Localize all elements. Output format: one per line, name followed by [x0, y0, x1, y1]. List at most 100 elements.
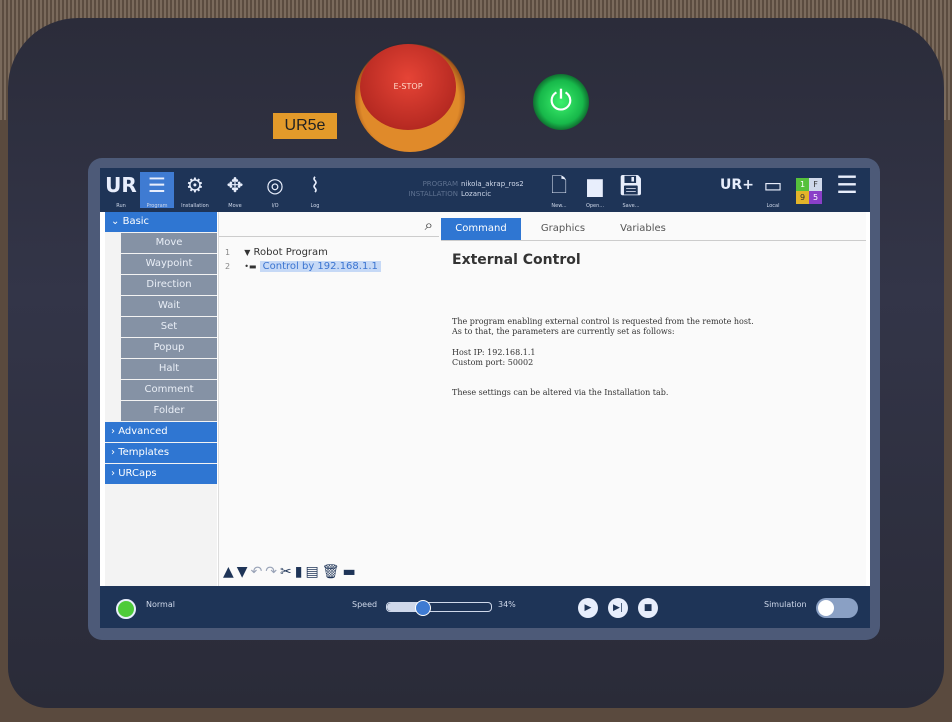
tab-graphics[interactable]: Graphics [523, 218, 603, 240]
indicator-5: 5 [809, 191, 822, 204]
new-file-icon: 🗋 [550, 173, 568, 197]
open-button[interactable]: ▆ Open... [578, 172, 612, 209]
category-templates[interactable]: › Templates [105, 443, 217, 463]
category-urcaps[interactable]: › URCaps [105, 464, 217, 484]
folder-icon: ▆ [587, 173, 603, 197]
screen: UR Run ☰ Program ⚙ Installation ✥ Move ◎… [100, 168, 870, 628]
panel-title: External Control [452, 252, 581, 268]
node-direction[interactable]: Direction [121, 275, 217, 295]
command-tabs: Command Graphics Variables [441, 218, 866, 241]
estop-button[interactable]: E-STOP [360, 44, 456, 130]
save-label: Save... [622, 203, 640, 209]
tab-label: Program [146, 203, 168, 209]
ur-plus-button[interactable]: UR+ [720, 172, 754, 208]
play-icon[interactable]: ▶ [578, 598, 598, 618]
chevron-right-icon: › [111, 426, 115, 437]
description-line: The program enabling external control is… [452, 317, 754, 326]
host-ip-text: Host IP: 192.168.1.1 [452, 348, 536, 357]
command-panel: Command Graphics Variables External Cont… [441, 212, 866, 586]
program-info: PROGRAM nikola_akrap_ros2 INSTALLATION Loz… [400, 179, 523, 199]
simulation-toggle[interactable] [816, 598, 858, 618]
line-number: 2 [225, 262, 231, 271]
category-basic[interactable]: ⌄ Basic [105, 212, 217, 232]
category-label: Basic [122, 216, 150, 227]
speed-slider[interactable] [386, 600, 492, 616]
move-up-icon[interactable]: ▲ [223, 564, 237, 580]
description-line: As to that, the parameters are currently… [452, 327, 675, 336]
new-button[interactable]: 🗋 New... [542, 172, 576, 209]
io-indicator[interactable]: 1 F 9 5 [796, 178, 822, 204]
bottom-bar: Normal Speed 34% ▶ ▶| ■ Simulation [100, 586, 870, 628]
installation-icon: ⚙ [186, 173, 204, 197]
tab-installation[interactable]: ⚙ Installation [178, 172, 212, 209]
robot-status: Normal [146, 600, 175, 609]
tree-row-selected[interactable]: 2 •▬ Control by 192.168.1.1 [225, 260, 381, 274]
io-icon: ◎ [266, 173, 284, 197]
line-number: 1 [225, 248, 231, 257]
chevron-down-icon: ⌄ [111, 216, 120, 227]
ur-logo-icon: UR [105, 173, 137, 197]
node-folder[interactable]: Folder [121, 401, 217, 421]
tree-toolbar: ▲▼↶↷✂▮▤🗑︎▬ [223, 564, 359, 580]
power-icon[interactable]: ⏻ [533, 74, 589, 130]
undo-icon[interactable]: ↶ [251, 564, 266, 580]
tab-run[interactable]: UR Run [104, 172, 138, 209]
search-bar[interactable]: ⌕ [219, 216, 439, 237]
program-key: PROGRAM [422, 180, 458, 188]
local-button[interactable]: ▭ Local [756, 172, 790, 209]
installation-name: Lozancic [461, 190, 492, 198]
node-sidebar: ⌄ Basic Move Waypoint Direction Wait Set… [105, 212, 217, 586]
redo-icon[interactable]: ↷ [265, 564, 280, 580]
stop-icon[interactable]: ■ [638, 598, 658, 618]
program-tree: 1 ▼ Robot Program 2 •▬ Control by 192.16… [225, 246, 381, 274]
indicator-9: 9 [796, 191, 809, 204]
save-icon: 💾︎ [618, 173, 644, 197]
step-icon[interactable]: ▶| [608, 598, 628, 618]
collapse-icon: ▼ [244, 248, 251, 257]
simulation-label: Simulation [764, 600, 807, 609]
save-button[interactable]: 💾︎ Save... [614, 172, 648, 209]
status-icon[interactable] [116, 599, 136, 619]
suppress-icon[interactable]: ▬ [343, 564, 359, 580]
tree-label: Robot Program [253, 247, 328, 258]
tab-move[interactable]: ✥ Move [218, 172, 252, 209]
search-icon[interactable]: ⌕ [425, 216, 433, 234]
tab-io[interactable]: ◎ I/O [258, 172, 292, 209]
node-wait[interactable]: Wait [121, 296, 217, 316]
node-move[interactable]: Move [121, 233, 217, 253]
tab-label: Move [228, 203, 242, 209]
model-label: UR5e [273, 113, 337, 139]
tab-program[interactable]: ☰ Program [140, 172, 174, 209]
tab-command[interactable]: Command [441, 218, 521, 240]
menu-button[interactable]: ☰ [830, 172, 864, 208]
chevron-right-icon: › [111, 447, 115, 458]
toggle-knob [818, 600, 834, 616]
node-halt[interactable]: Halt [121, 359, 217, 379]
node-waypoint[interactable]: Waypoint [121, 254, 217, 274]
custom-port-text: Custom port: 50002 [452, 358, 534, 367]
tree-row[interactable]: 1 ▼ Robot Program [225, 246, 381, 260]
paste-icon[interactable]: ▤ [305, 564, 321, 580]
indicator-f: F [809, 178, 822, 191]
move-down-icon[interactable]: ▼ [237, 564, 251, 580]
top-bar: UR Run ☰ Program ⚙ Installation ✥ Move ◎… [100, 168, 870, 212]
cut-icon[interactable]: ✂ [280, 564, 295, 580]
local-control-icon: ▭ [763, 173, 783, 197]
chevron-right-icon: › [111, 468, 115, 479]
installation-key: INSTALLATION [408, 190, 458, 198]
speed-value: 34% [498, 600, 516, 609]
tab-label: Log [310, 203, 320, 209]
copy-icon[interactable]: ▮ [295, 564, 306, 580]
node-comment[interactable]: Comment [121, 380, 217, 400]
node-popup[interactable]: Popup [121, 338, 217, 358]
category-advanced[interactable]: › Advanced [105, 422, 217, 442]
delete-icon[interactable]: 🗑︎ [322, 564, 343, 580]
speed-label: Speed [352, 600, 378, 609]
tab-log[interactable]: ⌇ Log [298, 172, 332, 209]
move-icon: ✥ [226, 173, 244, 197]
tab-variables[interactable]: Variables [603, 218, 683, 240]
speed-knob[interactable] [415, 600, 432, 616]
node-set[interactable]: Set [121, 317, 217, 337]
category-label: URCaps [118, 468, 157, 479]
log-icon: ⌇ [310, 173, 320, 197]
